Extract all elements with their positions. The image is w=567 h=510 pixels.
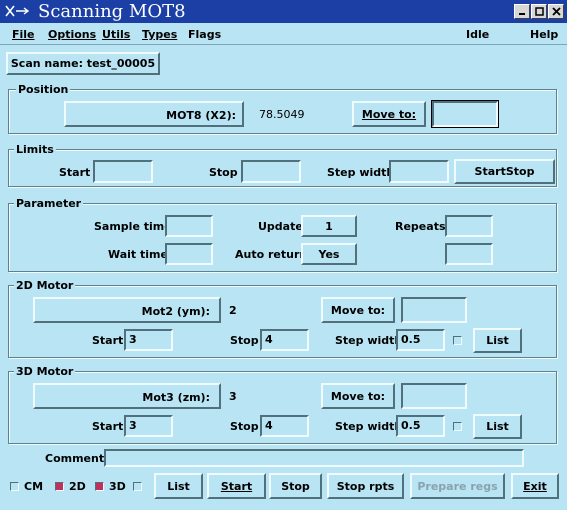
limits-step-width-label: Step width — [327, 166, 395, 179]
menu-bar: File Options Utils Types Flags Idle Help — [0, 23, 567, 45]
2d-label: 2D — [69, 480, 86, 493]
update-button[interactable]: 1 — [301, 215, 357, 237]
title-bar[interactable]: Scanning MOT8 — [0, 0, 567, 23]
motor2d-start-label: Start — [92, 334, 124, 347]
motor3d-move-to-input[interactable] — [401, 383, 467, 409]
motor3d-move-to-button[interactable]: Move to: — [321, 383, 395, 409]
auto-return-label: Auto return — [235, 248, 308, 261]
limits-legend: Limits — [14, 143, 56, 156]
2d-checkbox[interactable] — [55, 482, 64, 491]
x-arrow-icon[interactable] — [4, 4, 30, 19]
motor3d-start-input[interactable]: 3 — [124, 415, 173, 437]
position-move-to-input[interactable] — [431, 100, 499, 128]
motor2d-step-width-input[interactable]: 0.5 — [396, 329, 445, 351]
scan-name-text: Scan name: test_00005 — [10, 57, 156, 70]
position-value: 78.5049 — [259, 108, 305, 121]
motor2d-stop-label: Stop — [230, 334, 259, 347]
motor3d-start-label: Start — [92, 420, 124, 433]
status-label: Idle — [466, 28, 490, 41]
3d-checkbox[interactable] — [95, 482, 104, 491]
position-motor-label: MOT8 (X2): — [166, 109, 236, 122]
cm-checkbox[interactable] — [10, 482, 19, 491]
start-button[interactable]: Start — [207, 473, 266, 499]
motor3d-motor-label: Mot3 (zm): — [142, 391, 210, 404]
motor3d-list-checkbox[interactable] — [453, 422, 462, 431]
motor3d-value: 3 — [229, 390, 237, 403]
limits-start-label: Start — [59, 166, 91, 179]
position-move-to-button[interactable]: Move to: — [352, 101, 426, 127]
motor3d-legend: 3D Motor — [14, 365, 76, 378]
repeats-input[interactable] — [445, 215, 493, 237]
cm-label: CM — [24, 480, 44, 493]
stop-button[interactable]: Stop — [269, 473, 322, 499]
motor2d-list-button[interactable]: List — [473, 328, 522, 353]
motor3d-stop-input[interactable]: 4 — [260, 415, 309, 437]
motor3d-stop-label: Stop — [230, 420, 259, 433]
auto-return-button[interactable]: Yes — [301, 243, 357, 265]
parameter-legend: Parameter — [14, 197, 84, 210]
motor2d-motor-box: Mot2 (ym): — [33, 297, 221, 323]
menu-options[interactable]: Options — [48, 28, 96, 41]
close-icon[interactable] — [548, 4, 564, 19]
motor2d-stop-input[interactable]: 4 — [260, 329, 309, 351]
motor3d-step-width-label: Step width — [335, 420, 403, 433]
menu-types[interactable]: Types — [142, 28, 177, 41]
stop-rpts-button[interactable]: Stop rpts — [327, 473, 404, 499]
motor3d-motor-box: Mot3 (zm): — [33, 383, 221, 409]
motor2d-value: 2 — [229, 304, 237, 317]
update-label: Update — [258, 220, 303, 233]
3d-label: 3D — [109, 480, 126, 493]
wait-time-input[interactable] — [165, 243, 213, 265]
parameter-extra-input[interactable] — [445, 243, 493, 265]
position-motor-box: MOT8 (X2): — [64, 101, 244, 127]
motor2d-list-checkbox[interactable] — [453, 336, 462, 345]
limits-start-input[interactable] — [93, 160, 153, 183]
list-checkbox[interactable] — [133, 482, 142, 491]
motor2d-move-to-button[interactable]: Move to: — [321, 297, 395, 323]
position-legend: Position — [16, 83, 71, 96]
repeats-label: Repeats — [395, 220, 446, 233]
startstop-button[interactable]: StartStop — [454, 159, 555, 184]
motor2d-move-to-input[interactable] — [401, 297, 467, 323]
list-button[interactable]: List — [154, 473, 203, 499]
motor2d-step-width-label: Step width — [335, 334, 403, 347]
sample-time-label: Sample time — [94, 220, 172, 233]
motor2d-start-input[interactable]: 3 — [124, 329, 173, 351]
limits-stop-input[interactable] — [241, 160, 301, 183]
menu-help[interactable]: Help — [530, 28, 558, 41]
wait-time-label: Wait time — [108, 248, 168, 261]
minimize-icon[interactable] — [514, 4, 530, 19]
maximize-icon[interactable] — [531, 4, 547, 19]
sample-time-input[interactable] — [165, 215, 213, 237]
motor2d-legend: 2D Motor — [14, 279, 76, 292]
limits-step-width-input[interactable] — [389, 160, 449, 183]
scan-name-label: Scan name: test_00005 — [6, 52, 160, 75]
menu-file[interactable]: File — [12, 28, 35, 41]
motor2d-motor-label: Mot2 (ym): — [141, 305, 210, 318]
comment-input[interactable] — [104, 449, 524, 467]
menu-flags[interactable]: Flags — [188, 28, 221, 41]
comment-label: Comment: — [45, 452, 109, 465]
limits-stop-label: Stop — [209, 166, 238, 179]
motor3d-list-button[interactable]: List — [473, 414, 522, 439]
exit-button[interactable]: Exit — [511, 473, 559, 499]
window-title: Scanning MOT8 — [38, 1, 186, 22]
prepare-regs-button[interactable]: Prepare regs — [410, 473, 505, 499]
menu-utils[interactable]: Utils — [102, 28, 130, 41]
motor3d-step-width-input[interactable]: 0.5 — [396, 415, 445, 437]
